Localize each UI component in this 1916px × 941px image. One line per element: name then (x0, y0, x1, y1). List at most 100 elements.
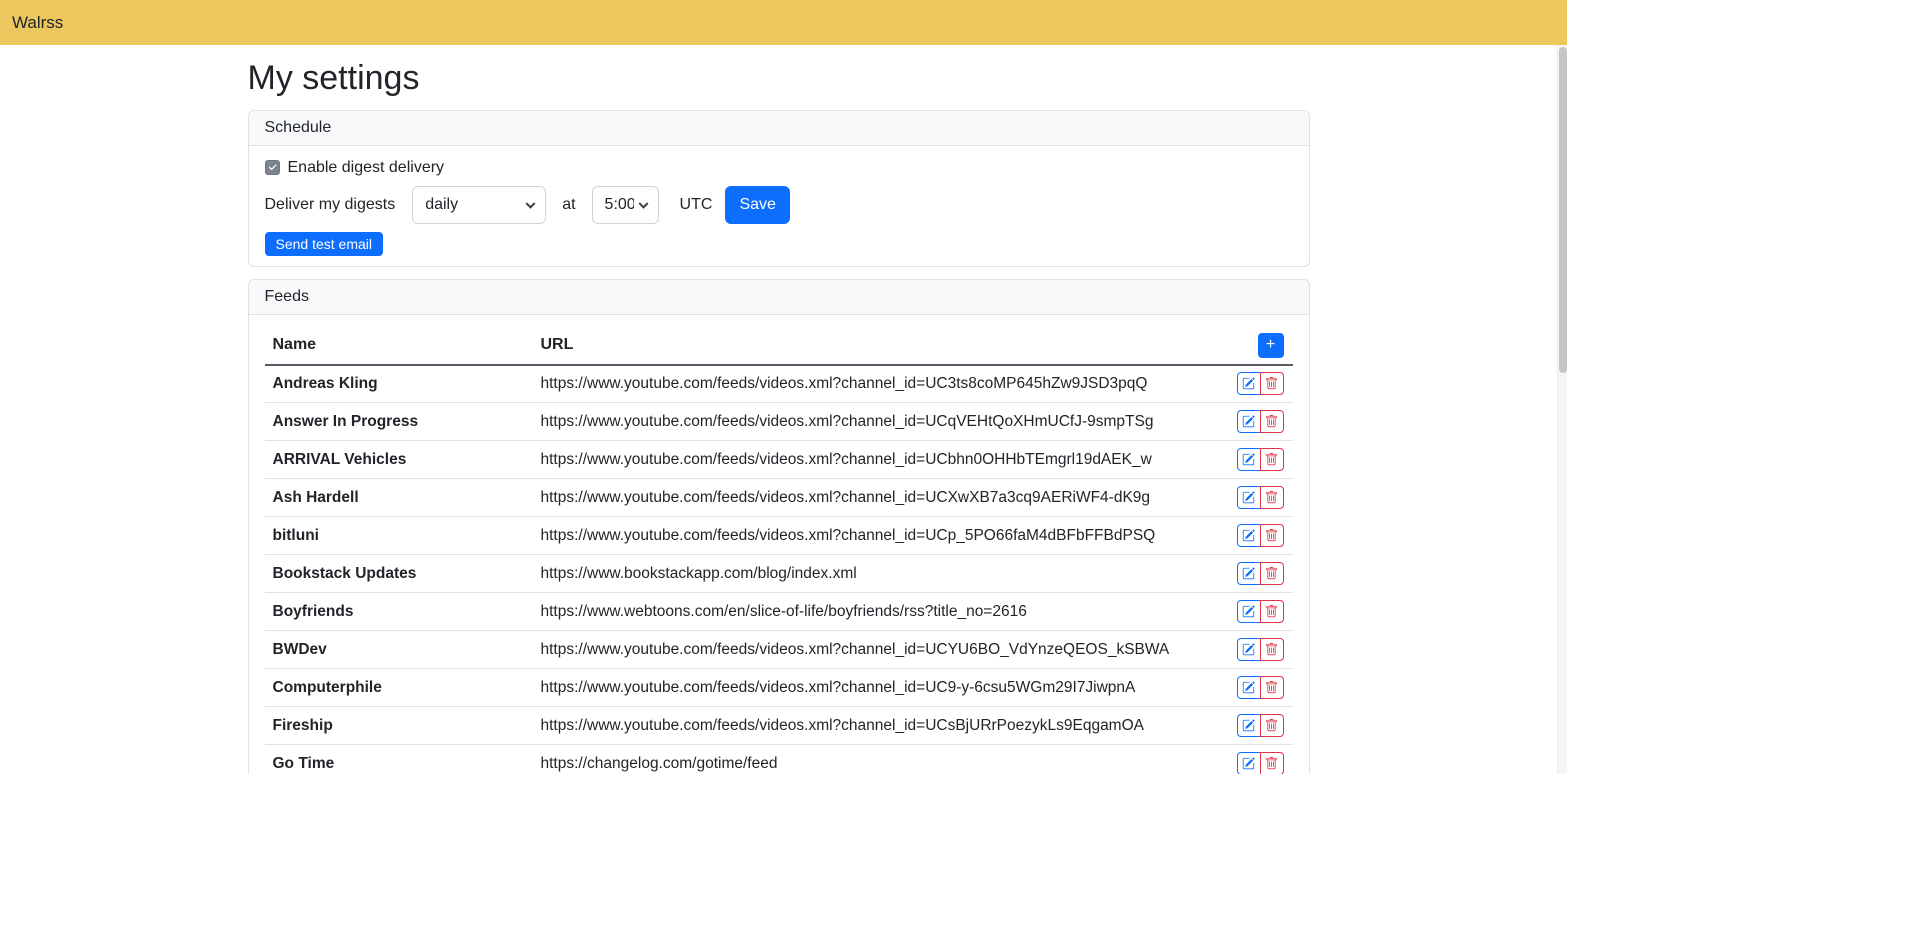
edit-feed-button[interactable] (1237, 448, 1261, 471)
edit-feed-button[interactable] (1237, 714, 1261, 737)
page-content: My settings Schedule Enable digest deliv… (0, 45, 1557, 774)
table-row: Fireship https://www.youtube.com/feeds/v… (265, 707, 1293, 745)
trash-icon (1265, 719, 1278, 732)
schedule-card-header: Schedule (249, 111, 1309, 146)
feed-url: https://www.bookstackapp.com/blog/index.… (533, 555, 1229, 593)
delete-feed-button[interactable] (1260, 638, 1284, 661)
edit-feed-button[interactable] (1237, 752, 1261, 774)
timezone-label: UTC (680, 196, 713, 214)
check-icon (267, 162, 278, 173)
page-title: My settings (248, 57, 1310, 100)
top-navbar: Walrss (0, 0, 1567, 45)
edit-feed-button[interactable] (1237, 676, 1261, 699)
edit-feed-button[interactable] (1237, 638, 1261, 661)
table-row: Andreas Kling https://www.youtube.com/fe… (265, 365, 1293, 403)
feed-url: https://www.youtube.com/feeds/videos.xml… (533, 707, 1229, 745)
feed-url: https://changelog.com/gotime/feed (533, 745, 1229, 775)
pencil-square-icon (1242, 567, 1255, 580)
add-feed-button[interactable]: + (1258, 333, 1284, 358)
column-header-name: Name (265, 327, 533, 365)
feed-name: Bookstack Updates (265, 555, 533, 593)
edit-feed-button[interactable] (1237, 600, 1261, 623)
feeds-table-body: Andreas Kling https://www.youtube.com/fe… (265, 365, 1293, 775)
browser-viewport: Walrss My settings Schedule (0, 0, 1567, 774)
send-test-email-button[interactable]: Send test email (265, 232, 384, 256)
schedule-card: Schedule Enable digest delivery Deliv (248, 110, 1310, 267)
brand-link[interactable]: Walrss (12, 13, 63, 33)
digest-enabled-checkbox[interactable] (265, 160, 280, 175)
pencil-square-icon (1242, 719, 1255, 732)
scrollbar-track[interactable] (1557, 45, 1567, 774)
feeds-card-header: Feeds (249, 280, 1309, 315)
feed-name: Answer In Progress (265, 403, 533, 441)
feed-actions (1237, 448, 1284, 471)
feed-name: ARRIVAL Vehicles (265, 441, 533, 479)
pencil-square-icon (1242, 529, 1255, 542)
delete-feed-button[interactable] (1260, 448, 1284, 471)
edit-feed-button[interactable] (1237, 562, 1261, 585)
schedule-card-body: Enable digest delivery Deliver my digest… (249, 146, 1309, 266)
delete-feed-button[interactable] (1260, 372, 1284, 395)
feed-url: https://www.youtube.com/feeds/videos.xml… (533, 403, 1229, 441)
trash-icon (1265, 529, 1278, 542)
table-row: Go Time https://changelog.com/gotime/fee… (265, 745, 1293, 775)
table-row: ARRIVAL Vehicles https://www.youtube.com… (265, 441, 1293, 479)
feed-name: Computerphile (265, 669, 533, 707)
delete-feed-button[interactable] (1260, 410, 1284, 433)
trash-icon (1265, 377, 1278, 390)
feeds-card-body: Name URL + Andreas Kling https://www.you… (249, 315, 1309, 775)
feed-url: https://www.youtube.com/feeds/videos.xml… (533, 365, 1229, 403)
feed-actions (1237, 638, 1284, 661)
time-select[interactable]: 5:00 (592, 186, 659, 224)
column-header-url: URL (533, 327, 1229, 365)
feed-actions (1237, 562, 1284, 585)
enable-digest-row: Enable digest delivery (265, 156, 1293, 180)
feed-url: https://www.youtube.com/feeds/videos.xml… (533, 669, 1229, 707)
trash-icon (1265, 491, 1278, 504)
feed-name: Andreas Kling (265, 365, 533, 403)
trash-icon (1265, 757, 1278, 770)
feed-url: https://www.webtoons.com/en/slice-of-lif… (533, 593, 1229, 631)
feed-actions (1237, 714, 1284, 737)
delete-feed-button[interactable] (1260, 600, 1284, 623)
save-button[interactable]: Save (725, 186, 789, 224)
scrollbar-thumb[interactable] (1559, 47, 1567, 373)
trash-icon (1265, 567, 1278, 580)
table-row: bitluni https://www.youtube.com/feeds/vi… (265, 517, 1293, 555)
feed-actions (1237, 676, 1284, 699)
deliver-label: Deliver my digests (265, 196, 396, 214)
feed-actions (1237, 752, 1284, 774)
delete-feed-button[interactable] (1260, 676, 1284, 699)
feed-name: BWDev (265, 631, 533, 669)
edit-feed-button[interactable] (1237, 372, 1261, 395)
feeds-card: Feeds Name URL + (248, 279, 1310, 775)
delete-feed-button[interactable] (1260, 562, 1284, 585)
edit-feed-button[interactable] (1237, 486, 1261, 509)
feed-url: https://www.youtube.com/feeds/videos.xml… (533, 517, 1229, 555)
table-row: Boyfriends https://www.webtoons.com/en/s… (265, 593, 1293, 631)
pencil-square-icon (1242, 643, 1255, 656)
delete-feed-button[interactable] (1260, 486, 1284, 509)
feed-actions (1237, 524, 1284, 547)
edit-feed-button[interactable] (1237, 410, 1261, 433)
enable-digest-label[interactable]: Enable digest delivery (288, 159, 445, 177)
feed-actions (1237, 410, 1284, 433)
feeds-table-head: Name URL + (265, 327, 1293, 365)
feed-url: https://www.youtube.com/feeds/videos.xml… (533, 631, 1229, 669)
trash-icon (1265, 605, 1278, 618)
table-row: Answer In Progress https://www.youtube.c… (265, 403, 1293, 441)
trash-icon (1265, 643, 1278, 656)
trash-icon (1265, 681, 1278, 694)
delete-feed-button[interactable] (1260, 714, 1284, 737)
pencil-square-icon (1242, 605, 1255, 618)
feed-actions (1237, 486, 1284, 509)
frequency-select-wrap: daily (412, 186, 546, 224)
delete-feed-button[interactable] (1260, 524, 1284, 547)
feed-actions (1237, 372, 1284, 395)
time-select-wrap: 5:00 (592, 186, 659, 224)
delete-feed-button[interactable] (1260, 752, 1284, 774)
pencil-square-icon (1242, 415, 1255, 428)
frequency-select[interactable]: daily (412, 186, 546, 224)
edit-feed-button[interactable] (1237, 524, 1261, 547)
main-container: My settings Schedule Enable digest deliv… (248, 45, 1310, 774)
